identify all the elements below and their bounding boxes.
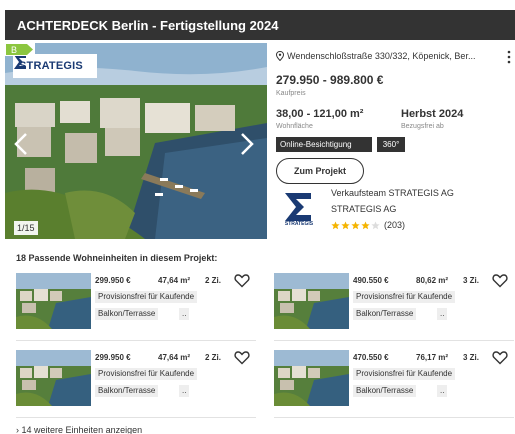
agent-rating[interactable]: (203): [331, 220, 405, 230]
unit-area: 47,64 m²: [158, 353, 191, 362]
more-options-icon[interactable]: [504, 50, 514, 64]
unit-more-chip[interactable]: ..: [437, 308, 448, 320]
unit-thumbnail: [16, 350, 91, 406]
unit-price: 490.550 €: [353, 276, 389, 285]
heart-icon[interactable]: [492, 350, 508, 365]
unit-thumbnail: [274, 273, 349, 329]
unit-rooms: 2 Zi.: [205, 276, 222, 285]
listing-header: ACHTERDECK Berlin - Fertigstellung 2024: [5, 10, 515, 40]
area-range: 38,00 - 121,00 m²: [276, 108, 364, 120]
star-filled-icon: [331, 220, 340, 229]
star-filled-icon: [361, 220, 370, 229]
agent-name[interactable]: Verkaufsteam STRATEGIS AG: [331, 188, 454, 198]
unit-price: 299.950 €: [95, 353, 131, 362]
unit-divider: [16, 340, 256, 341]
chevron-right-icon: ›: [16, 425, 19, 434]
tour-360-tag[interactable]: 360°: [377, 137, 405, 152]
address-row: Wendenschloßstraße 330/332, Köpenick, Be…: [276, 48, 515, 64]
availability-label: Bezugsfrei ab: [401, 123, 444, 130]
star-empty-icon: [371, 220, 380, 229]
show-more-units-link[interactable]: › 14 weitere Einheiten anzeigen: [16, 425, 142, 434]
gallery-prev-button[interactable]: [11, 131, 31, 157]
star-filled-icon: [341, 220, 350, 229]
unit-feature-chip: Balkon/Terrasse: [95, 308, 159, 320]
unit-more-chip[interactable]: ..: [437, 385, 448, 397]
listing-title: ACHTERDECK Berlin - Fertigstellung 2024: [17, 18, 279, 33]
rating-stars: [331, 220, 381, 230]
unit-area: 47,64 m²: [158, 276, 191, 285]
rating-count: (203): [384, 220, 406, 230]
unit-area: 76,17 m²: [416, 353, 449, 362]
location-pin-icon: [276, 51, 284, 61]
online-tour-tag[interactable]: Online-Besichtigung: [276, 137, 372, 152]
strategis-logo-icon: [14, 55, 26, 69]
agency-logo-text: STRATEGIS: [19, 60, 83, 72]
units-heading: 18 Passende Wohneinheiten in diesem Proj…: [16, 253, 218, 263]
unit-photo: [274, 350, 349, 406]
unit-card[interactable]: 299.950 € 47,64 m² 2 Zi. Provisionsfrei …: [16, 350, 256, 418]
chevron-right-icon: [241, 133, 254, 155]
address-text: Wendenschloßstraße 330/332, Köpenick, Be…: [287, 51, 476, 61]
photo-counter: 1/15: [14, 221, 38, 235]
unit-feature-chip: Provisionsfrei für Kaufende: [353, 291, 456, 303]
heart-icon[interactable]: [492, 273, 508, 288]
agent-logo-text: STRATEGIS: [284, 221, 314, 227]
energy-class-badge: B: [5, 43, 35, 56]
show-more-units-label: 14 weitere Einheiten anzeigen: [21, 425, 143, 434]
unit-photo: [16, 350, 91, 406]
unit-feature-chip: Provisionsfrei für Kaufende: [353, 368, 456, 380]
unit-area: 80,62 m²: [416, 276, 449, 285]
unit-feature-chip: Balkon/Terrasse: [95, 385, 159, 397]
unit-price: 299.950 €: [95, 276, 131, 285]
unit-thumbnail: [274, 350, 349, 406]
unit-feature-chip: Balkon/Terrasse: [353, 385, 417, 397]
unit-rooms: 3 Zi.: [463, 276, 480, 285]
photo-gallery[interactable]: STRATEGIS 1/15 B: [5, 43, 267, 239]
unit-photo: [274, 273, 349, 329]
listing-details: Wendenschloßstraße 330/332, Köpenick, Be…: [276, 48, 515, 230]
unit-price: 470.550 €: [353, 353, 389, 362]
unit-divider: [274, 417, 514, 418]
unit-card[interactable]: 299.950 € 47,64 m² 2 Zi. Provisionsfrei …: [16, 273, 256, 341]
area-label: Wohnfläche: [276, 123, 313, 130]
agency-logo-badge: STRATEGIS: [13, 54, 97, 78]
unit-more-chip[interactable]: ..: [179, 385, 190, 397]
unit-rooms: 3 Zi.: [463, 353, 480, 362]
price-label: Kaufpreis: [276, 90, 306, 97]
price-range: 279.950 - 989.800 €: [276, 73, 384, 87]
chevron-left-icon: [14, 133, 27, 155]
unit-photo: [16, 273, 91, 329]
heart-icon[interactable]: [234, 273, 250, 288]
unit-card[interactable]: 470.550 € 76,17 m² 3 Zi. Provisionsfrei …: [274, 350, 514, 418]
agent-company: STRATEGIS AG: [331, 204, 397, 214]
heart-icon[interactable]: [234, 350, 250, 365]
unit-divider: [16, 417, 256, 418]
unit-more-chip[interactable]: ..: [179, 308, 190, 320]
unit-rooms: 2 Zi.: [205, 353, 222, 362]
star-filled-icon: [351, 220, 360, 229]
unit-card[interactable]: 490.550 € 80,62 m² 3 Zi. Provisionsfrei …: [274, 273, 514, 341]
energy-class-label: B: [11, 45, 17, 55]
unit-feature-chip: Provisionsfrei für Kaufende: [95, 368, 198, 380]
unit-feature-chip: Balkon/Terrasse: [353, 308, 417, 320]
unit-feature-chip: Provisionsfrei für Kaufende: [95, 291, 198, 303]
gallery-next-button[interactable]: [237, 131, 257, 157]
availability-date: Herbst 2024: [401, 108, 464, 120]
unit-divider: [274, 340, 514, 341]
view-project-button[interactable]: Zum Projekt: [276, 158, 364, 184]
unit-thumbnail: [16, 273, 91, 329]
